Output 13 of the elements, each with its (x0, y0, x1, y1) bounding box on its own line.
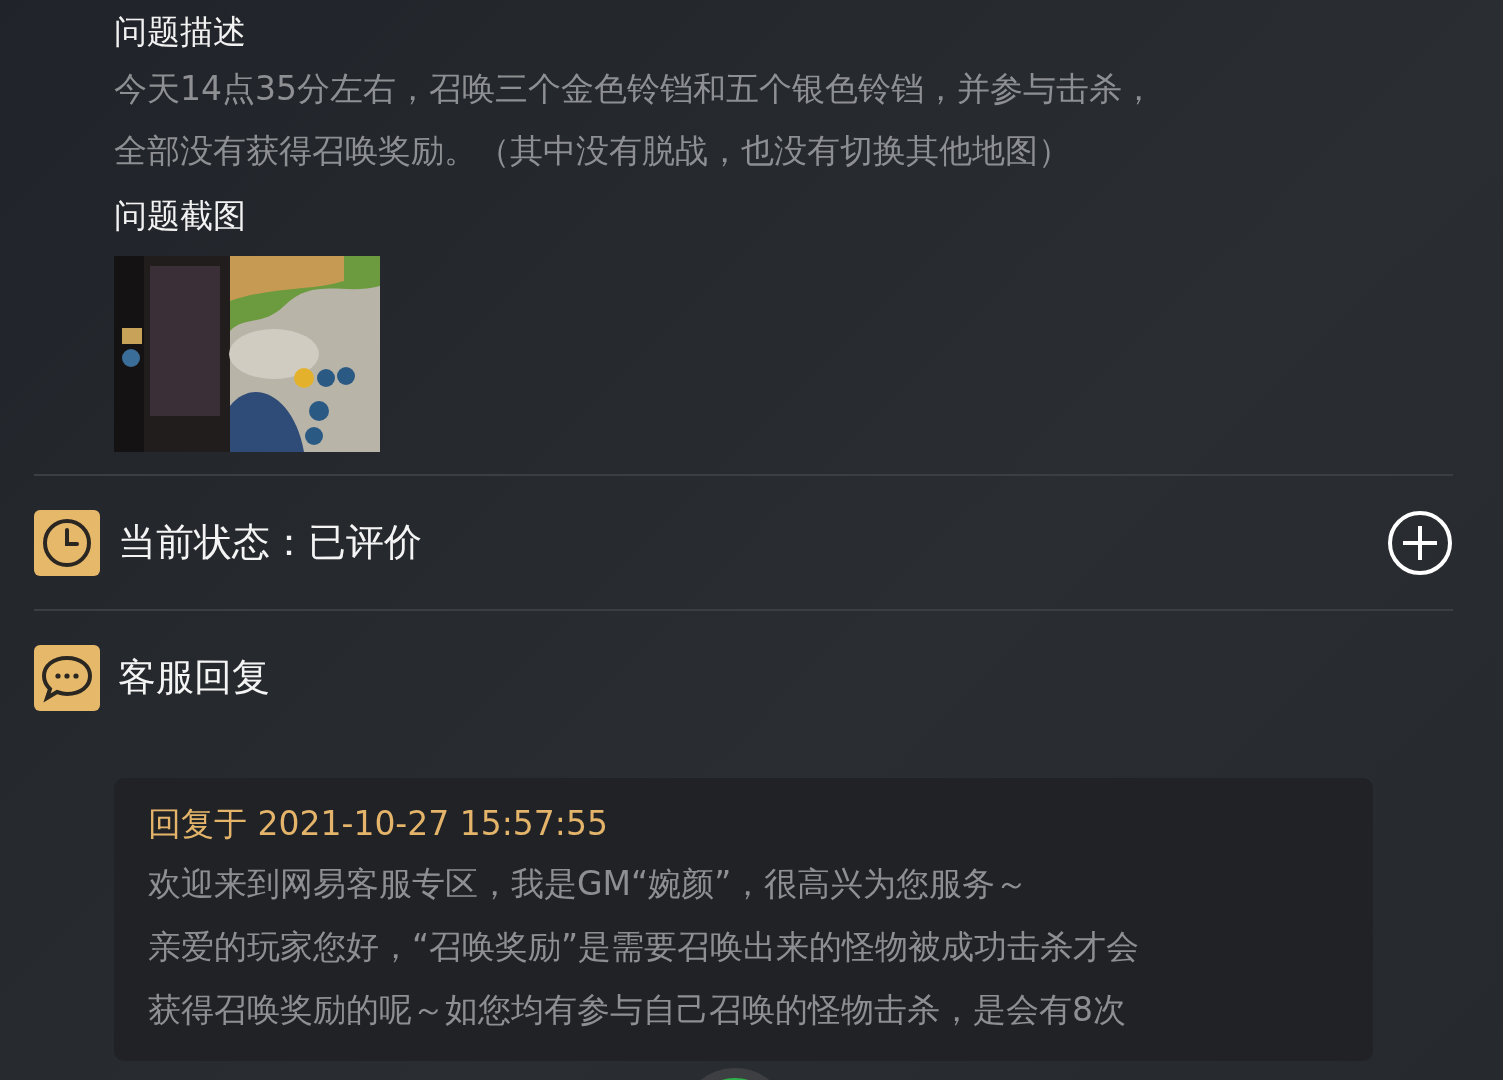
reply-line: 亲爱的玩家您好，“召唤奖励”是需要召唤出来的怪物被成功击杀才会 (148, 926, 1141, 968)
description-line: 今天14点35分左右，召唤三个金色铃铛和五个银色铃铛，并参与击杀， (114, 68, 1156, 110)
reply-time: 回复于 2021-10-27 15:57:55 (148, 803, 609, 845)
section-heading: 问题截图 (114, 195, 247, 237)
expand-icon[interactable] (1387, 509, 1453, 576)
description-line: 全部没有获得召唤奖励。（其中没有脱战，也没有切换其他地图） (114, 130, 1072, 172)
reply-line: 获得召唤奖励的呢～如您均有参与自己召唤的怪物击杀，是会有8次 (148, 989, 1127, 1031)
status-label: 当前状态：已评价 (118, 519, 423, 566)
section-heading: 问题描述 (114, 11, 247, 53)
section-heading: 客服回复 (118, 654, 271, 701)
clock-icon (34, 509, 100, 576)
reply-line: 欢迎来到网易客服专区，我是GM“婉颜”，很高兴为您服务～ (148, 863, 1030, 905)
chat-bubble-icon (34, 644, 100, 711)
